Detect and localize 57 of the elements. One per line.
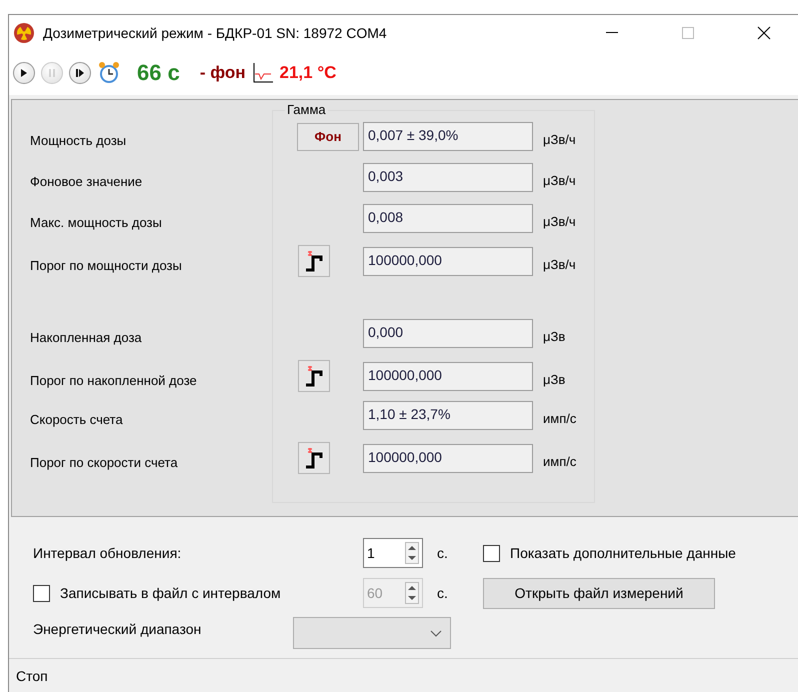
maximize-icon (682, 27, 694, 39)
unit-label: с. (437, 545, 448, 561)
field-label: Порог по скорости счета (30, 454, 179, 470)
threshold-step-icon (304, 250, 324, 272)
field-label: Порог по накопленной дозе (30, 372, 198, 388)
chart-icon[interactable] (252, 62, 274, 84)
close-icon (757, 26, 771, 40)
field-label: Фоновое значение (30, 173, 144, 189)
field-label: Мощность дозы (30, 132, 128, 148)
threshold-button[interactable] (298, 245, 330, 277)
temperature-text: 21,1 °C (280, 63, 336, 83)
unit-label: μЗв/ч (543, 131, 577, 147)
interval-label: Интервал обновления: (33, 545, 182, 561)
alarm-clock-icon[interactable] (97, 61, 121, 85)
threshold-step-icon (304, 447, 324, 469)
value-field[interactable]: 0,008 (363, 204, 533, 233)
threshold-button[interactable] (298, 442, 330, 474)
unit-label: μЗв (543, 328, 566, 344)
minimize-icon (606, 32, 618, 34)
unit-label: μЗв/ч (543, 213, 577, 229)
checkbox-label[interactable]: Показать дополнительные данные (510, 545, 736, 561)
unit-label: μЗв/ч (543, 256, 577, 272)
checkbox[interactable] (483, 544, 500, 562)
value-field[interactable]: 100000,000 (363, 444, 533, 472)
radiation-icon (13, 22, 35, 44)
play-button[interactable] (13, 62, 35, 84)
step-icon (76, 69, 84, 77)
window-title: Дозиметрический режим - БДКР-01 SN: 18972 COM4 (43, 25, 388, 41)
timer-text: 66 с (137, 60, 180, 86)
field-label: Макс. мощность дозы (30, 214, 163, 230)
mode-text: - фон (200, 63, 246, 83)
unit-label: μЗв/ч (543, 172, 577, 188)
open-file-button[interactable]: Открыть файл измерений (483, 578, 715, 608)
chevron-down-icon (430, 630, 442, 636)
field-label: Порог по мощности дозы (30, 256, 183, 272)
unit-label: μЗв (543, 370, 566, 386)
value-field[interactable]: 100000,000 (363, 246, 533, 276)
step-button[interactable] (69, 62, 91, 84)
value-field[interactable]: 1,10 ± 23,7% (363, 401, 533, 430)
pause-icon (48, 69, 56, 77)
energy-range-label: Энергетический диапазон (33, 621, 202, 639)
group-title: Гамма (285, 102, 328, 117)
unit-label: имп/с (543, 452, 578, 468)
play-icon (20, 69, 28, 77)
field-label: Накопленная доза (30, 329, 143, 345)
unit-label: имп/с (543, 410, 578, 426)
value-field[interactable]: 0,000 (363, 319, 533, 348)
background-button[interactable]: Фон (297, 122, 359, 150)
interval-spinbox[interactable]: 1 (363, 538, 423, 568)
field-label: Скорость счета (30, 411, 124, 427)
value-field[interactable]: 0,007 ± 39,0% (363, 122, 533, 151)
threshold-button[interactable] (298, 360, 330, 392)
threshold-step-icon (304, 365, 324, 387)
value-field[interactable]: 0,003 (363, 163, 533, 192)
value-field[interactable]: 100000,000 (363, 362, 533, 390)
unit-label: с. (437, 585, 448, 601)
spin-arrows-icon[interactable] (405, 542, 419, 564)
